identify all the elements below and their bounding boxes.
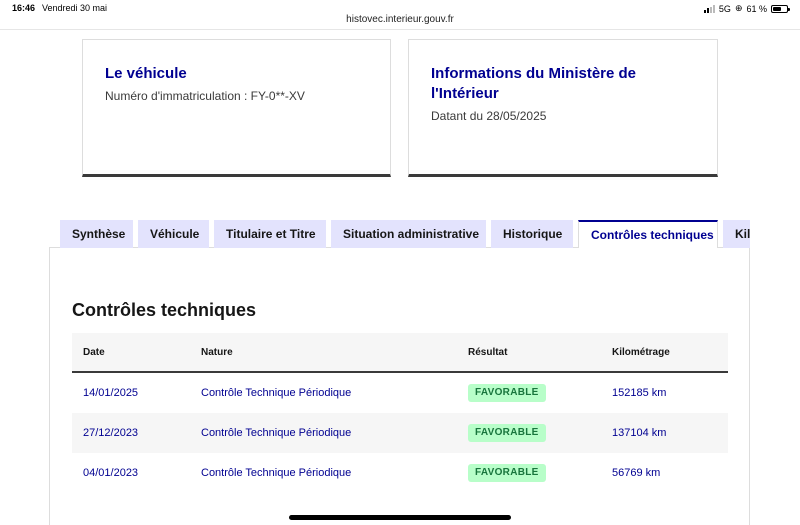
column-header-date: Date [83, 347, 105, 358]
column-header-result: Résultat [468, 347, 508, 358]
cell-nature: Contrôle Technique Périodique [201, 467, 352, 479]
cell-date: 14/01/2025 [83, 387, 139, 399]
tab-situation-administrative[interactable]: Situation administrative [331, 220, 486, 248]
vehicle-card: Le véhicule Numéro d'immatriculation : F… [82, 39, 391, 177]
status-date: Vendredi 30 mai [42, 3, 108, 13]
tab-titulaire[interactable]: Titulaire et Titre [214, 220, 326, 248]
ministry-date-text: Datant du 28/05/2025 [431, 109, 547, 123]
result-badge: FAVORABLE [468, 464, 546, 482]
status-bar: 16:46 Vendredi 30 mai histovec.interieur… [0, 0, 800, 30]
table-header: Date Nature Résultat Kilométrage [72, 333, 728, 373]
section-title: Contrôles techniques [72, 300, 257, 320]
cell-date: 04/01/2023 [83, 467, 139, 479]
vehicle-plate-text: Numéro d'immatriculation : FY-0**-XV [105, 89, 305, 103]
table-row: 04/01/2023 Contrôle Technique Périodique… [72, 453, 728, 493]
table-row: 14/01/2025 Contrôle Technique Périodique… [72, 373, 728, 413]
column-header-nature: Nature [201, 347, 233, 358]
tab-kilometrage[interactable]: Kilométrage [723, 220, 750, 248]
tab-synthese[interactable]: Synthèse [60, 220, 133, 248]
vehicle-card-title: Le véhicule [105, 65, 187, 82]
signal-icon [703, 4, 715, 13]
network-label: 5G [718, 3, 731, 14]
home-indicator[interactable] [289, 515, 511, 520]
orientation-lock-icon: ⊕ [734, 3, 743, 13]
cell-nature: Contrôle Technique Périodique [201, 427, 352, 439]
technical-inspections-table: Date Nature Résultat Kilométrage 14/01/2… [72, 333, 728, 493]
cell-nature: Contrôle Technique Périodique [201, 387, 352, 399]
address-bar-url[interactable]: histovec.interieur.gouv.fr [0, 14, 800, 25]
tab-bar: Synthèse Véhicule Titulaire et Titre Sit… [60, 220, 750, 248]
cell-mileage: 137104 km [612, 427, 667, 439]
result-badge: FAVORABLE [468, 384, 546, 402]
status-indicators: 5G ⊕ 61 % [703, 3, 790, 14]
battery-icon [771, 4, 790, 13]
tab-historique[interactable]: Historique [491, 220, 573, 248]
tab-vehicule[interactable]: Véhicule [138, 220, 209, 248]
battery-label: 61 % [746, 3, 767, 14]
table-row: 27/12/2023 Contrôle Technique Périodique… [72, 413, 728, 453]
cell-date: 27/12/2023 [83, 427, 139, 439]
cell-mileage: 56769 km [612, 467, 661, 479]
tab-controles-techniques[interactable]: Contrôles techniques [578, 220, 718, 248]
result-badge: FAVORABLE [468, 424, 546, 442]
column-header-mileage: Kilométrage [612, 347, 670, 358]
ministry-card: Informations du Ministère de l'Intérieur… [408, 39, 718, 177]
cell-mileage: 152185 km [612, 387, 667, 399]
status-time: 16:46 [12, 3, 36, 13]
ministry-card-title: Informations du Ministère de l'Intérieur [431, 65, 637, 102]
